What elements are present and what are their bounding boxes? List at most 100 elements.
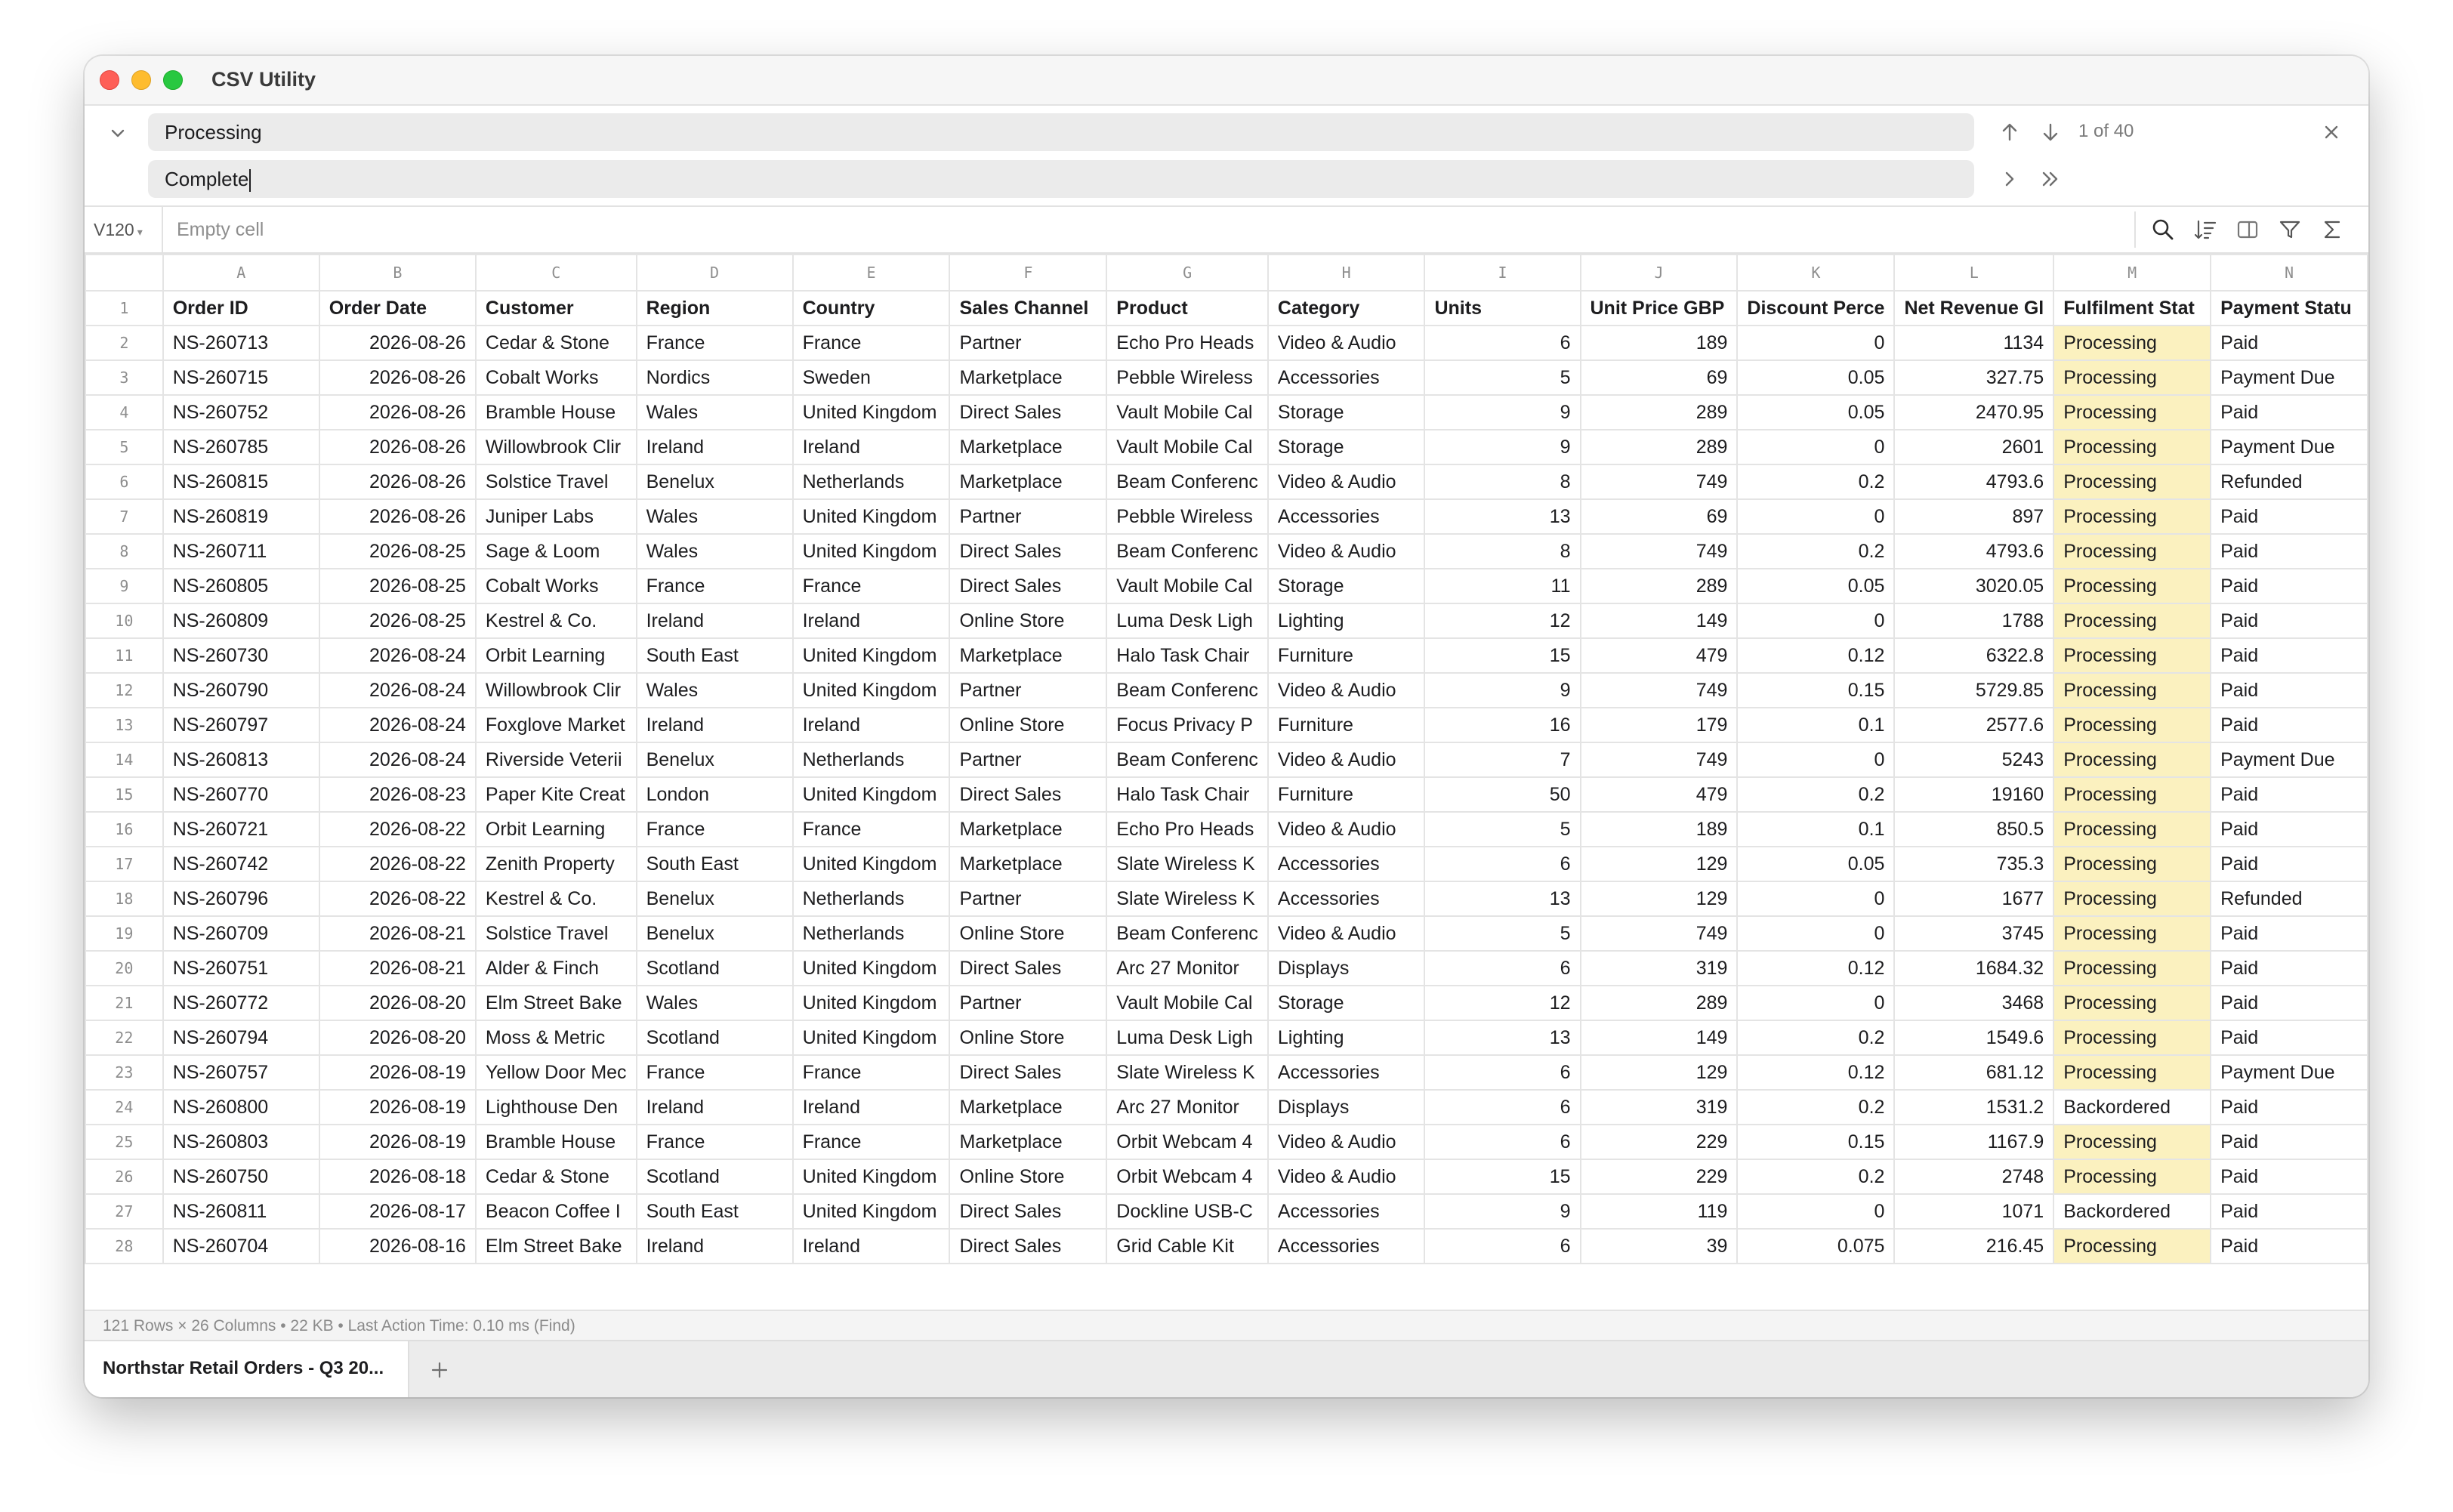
table-cell[interactable]: Processing [2053,846,2212,882]
table-cell[interactable]: Elm Street Bake [474,985,637,1021]
table-cell[interactable]: Wales [635,533,794,569]
table-cell[interactable]: Accessories [1267,846,1426,882]
table-cell[interactable]: NS-260721 [162,811,320,847]
table-cell[interactable]: Ireland [791,707,951,743]
table-cell[interactable]: 9 [1424,672,1581,708]
table-cell[interactable]: Processing [2053,915,2212,952]
table-cell[interactable]: Paid [2210,915,2368,952]
table-cell[interactable]: Slate Wireless K [1106,881,1269,917]
column-letter[interactable]: B [318,254,477,292]
table-cell[interactable]: 749 [1579,533,1739,569]
table-cell[interactable]: 2026-08-20 [318,985,477,1021]
table-cell[interactable]: Paid [2210,637,2368,674]
table-cell[interactable]: 9 [1424,1193,1581,1230]
table-cell[interactable]: Kestrel & Co. [474,603,637,639]
table-cell[interactable]: Elm Street Bake [474,1228,637,1264]
table-cell[interactable]: Displays [1267,950,1426,986]
table-cell[interactable]: 189 [1579,811,1739,847]
table-cell[interactable]: Ireland [791,603,951,639]
table-cell[interactable]: 0.2 [1736,533,1896,569]
table-cell[interactable]: 0 [1736,915,1896,952]
table-cell[interactable]: Kestrel & Co. [474,881,637,917]
table-cell[interactable]: NS-260713 [162,325,320,361]
table-cell[interactable]: 2026-08-19 [318,1124,477,1160]
table-cell[interactable]: Online Store [949,603,1108,639]
table-cell[interactable]: 6322.8 [1893,637,2055,674]
table-cell[interactable]: Processing [2053,325,2212,361]
table-cell[interactable]: 2470.95 [1893,394,2055,430]
table-cell[interactable]: Direct Sales [949,776,1108,813]
table-cell[interactable]: NS-260800 [162,1089,320,1125]
table-cell[interactable]: 6 [1424,325,1581,361]
table-cell[interactable]: France [635,811,794,847]
table-cell[interactable]: Processing [2053,1020,2212,1056]
table-cell[interactable]: 6 [1424,1228,1581,1264]
table-cell[interactable]: 6 [1424,950,1581,986]
table-cell[interactable]: NS-260790 [162,672,320,708]
table-cell[interactable]: Refunded [2210,881,2368,917]
table-cell[interactable]: 681.12 [1893,1054,2055,1091]
table-cell[interactable]: 229 [1579,1159,1739,1195]
table-cell[interactable]: France [635,568,794,604]
table-cell[interactable]: France [791,325,951,361]
row-number[interactable]: 2 [85,325,164,361]
table-cell[interactable]: 2026-08-24 [318,742,477,778]
table-cell[interactable]: 149 [1579,1020,1739,1056]
table-cell[interactable]: Moss & Metric [474,1020,637,1056]
table-cell[interactable]: 4793.6 [1893,464,2055,500]
table-cell[interactable]: 1549.6 [1893,1020,2055,1056]
table-cell[interactable]: 2026-08-24 [318,672,477,708]
close-icon[interactable] [2319,119,2344,145]
table-cell[interactable]: Processing [2053,672,2212,708]
table-cell[interactable]: France [791,568,951,604]
table-cell[interactable]: Juniper Labs [474,498,637,535]
table-cell[interactable]: Nordics [635,359,794,396]
table-cell[interactable]: Slate Wireless K [1106,1054,1269,1091]
table-cell[interactable]: Paid [2210,533,2368,569]
table-cell[interactable]: 39 [1579,1228,1739,1264]
table-cell[interactable]: 5 [1424,359,1581,396]
column-letter[interactable]: L [1893,254,2055,292]
arrow-down-icon[interactable] [2038,119,2063,145]
plus-icon[interactable] [426,1356,453,1384]
column-header[interactable]: Customer [474,290,637,326]
table-cell[interactable]: NS-260797 [162,707,320,743]
table-cell[interactable]: 0.2 [1736,776,1896,813]
table-cell[interactable]: Direct Sales [949,533,1108,569]
table-cell[interactable]: 0.2 [1736,464,1896,500]
table-cell[interactable]: Furniture [1267,707,1426,743]
column-letter[interactable]: C [474,254,637,292]
column-letter[interactable]: J [1579,254,1739,292]
corner-cell[interactable] [85,254,164,292]
row-number[interactable]: 23 [85,1054,164,1091]
row-number[interactable]: 20 [85,950,164,986]
table-cell[interactable]: 0.075 [1736,1228,1896,1264]
table-cell[interactable]: Sweden [791,359,951,396]
table-cell[interactable]: Furniture [1267,637,1426,674]
table-cell[interactable]: 2026-08-22 [318,811,477,847]
cell-value-field[interactable]: Empty cell [177,207,264,252]
table-cell[interactable]: Ireland [635,707,794,743]
table-cell[interactable]: 0.12 [1736,1054,1896,1091]
table-cell[interactable]: United Kingdom [791,846,951,882]
table-cell[interactable]: 2026-08-26 [318,464,477,500]
table-cell[interactable]: 16 [1424,707,1581,743]
table-cell[interactable]: 2026-08-24 [318,707,477,743]
table-cell[interactable]: United Kingdom [791,950,951,986]
table-cell[interactable]: Scotland [635,1020,794,1056]
row-number[interactable]: 8 [85,533,164,569]
table-cell[interactable]: Foxglove Market [474,707,637,743]
row-number[interactable]: 5 [85,429,164,465]
table-cell[interactable]: Beam Conferenc [1106,464,1269,500]
table-cell[interactable]: Paid [2210,1124,2368,1160]
table-cell[interactable]: Halo Task Chair [1106,776,1269,813]
table-cell[interactable]: 2026-08-18 [318,1159,477,1195]
table-cell[interactable]: 749 [1579,742,1739,778]
table-cell[interactable]: 2026-08-25 [318,568,477,604]
table-cell[interactable]: NS-260803 [162,1124,320,1160]
table-cell[interactable]: Accessories [1267,881,1426,917]
table-cell[interactable]: 3745 [1893,915,2055,952]
table-cell[interactable]: Ireland [635,429,794,465]
column-header[interactable]: Payment Statu [2210,290,2368,326]
row-number[interactable]: 21 [85,985,164,1021]
